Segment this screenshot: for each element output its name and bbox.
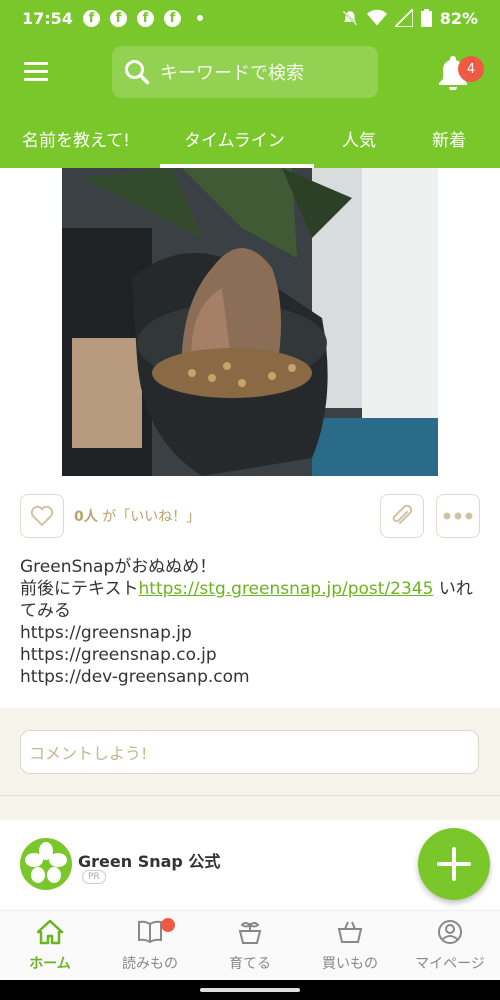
post-photo[interactable]	[62, 168, 438, 476]
clip-button[interactable]	[380, 494, 424, 538]
app-header: 17:54 f f f f 82% キーワードで検索 4 名前を教えて! タイム…	[0, 0, 500, 168]
post-text-line: GreenSnapがおぬぬめ！	[20, 557, 217, 577]
plus-icon	[437, 847, 471, 881]
tab-new[interactable]: 新着	[432, 126, 466, 151]
tab-bar: 名前を教えて! タイムライン 人気 新着	[0, 112, 500, 168]
plant-photo-image	[62, 168, 438, 476]
likes-suffix: が「いいね！」	[102, 509, 201, 525]
comment-input[interactable]: コメントしよう!	[20, 730, 479, 774]
facebook-icon: f	[109, 9, 127, 27]
facebook-icon: f	[82, 9, 100, 27]
notification-badge: 4	[458, 56, 484, 82]
post-url: https://greensnap.co.jp	[20, 645, 217, 665]
nav-label: 読みもの	[122, 956, 178, 972]
notification-dot-icon	[196, 15, 203, 21]
signal-icon	[394, 9, 413, 27]
menu-icon[interactable]	[24, 62, 48, 82]
battery-icon	[420, 9, 432, 27]
tab-popular[interactable]: 人気	[342, 126, 376, 151]
likes-count: 0人	[74, 509, 98, 525]
tab-timeline[interactable]: タイムライン	[184, 126, 285, 151]
more-button[interactable]	[436, 494, 480, 538]
tab-name-question[interactable]: 名前を教えて!	[22, 126, 130, 151]
facebook-icon: f	[163, 9, 181, 27]
nav-notification-dot	[161, 918, 175, 932]
heart-icon	[30, 505, 54, 527]
nav-label: マイページ	[415, 956, 485, 972]
gesture-bar	[0, 980, 500, 1000]
home-indicator[interactable]	[200, 988, 300, 992]
post-text-prefix: 前後にテキスト	[20, 579, 139, 599]
basket-icon	[337, 921, 363, 943]
bottom-navigation: ホーム 読みもの 育てる 買いもの マイページ	[0, 910, 500, 980]
nav-label: 買いもの	[322, 956, 378, 972]
nav-home[interactable]: ホーム	[0, 919, 100, 973]
post-url: https://dev-greensanp.com	[20, 667, 250, 687]
add-post-button[interactable]	[418, 828, 490, 900]
battery-percent: 82%	[439, 8, 478, 28]
search-placeholder: キーワードで検索	[160, 63, 304, 84]
nav-reading[interactable]: 読みもの	[100, 919, 200, 973]
book-icon	[138, 920, 162, 944]
likes-text: 0人 が「いいね！」	[74, 506, 200, 526]
header-bar: キーワードで検索	[0, 44, 500, 100]
user-icon	[438, 920, 462, 944]
comment-placeholder: コメントしよう!	[29, 744, 148, 763]
post-text-line: 前後にテキストhttps://stg.greensnap.jp/post/234…	[20, 578, 485, 622]
facebook-icon: f	[136, 9, 154, 27]
pr-badge: PR	[82, 870, 106, 884]
more-dots-icon	[443, 512, 473, 520]
greensnap-logo-icon	[20, 838, 72, 890]
nav-label: 育てる	[229, 956, 271, 972]
nav-shopping[interactable]: 買いもの	[300, 919, 400, 973]
post-actions: 0人 が「いいね！」	[0, 494, 500, 538]
paperclip-icon	[392, 504, 413, 524]
post-card: 0人 が「いいね！」 GreenSnapがおぬぬめ！ 前後にテキストhttps:…	[0, 168, 500, 708]
like-button[interactable]	[20, 494, 64, 538]
nav-mypage[interactable]: マイページ	[400, 919, 500, 973]
search-input[interactable]: キーワードで検索	[112, 46, 378, 98]
post-text: GreenSnapがおぬぬめ！ 前後にテキストhttps://stg.green…	[20, 556, 485, 688]
account-name: Green Snap 公式	[78, 852, 221, 871]
nav-label: ホーム	[29, 956, 71, 972]
clock: 17:54	[22, 8, 73, 28]
comment-area: コメントしよう!	[0, 708, 500, 796]
nav-grow[interactable]: 育てる	[200, 919, 300, 973]
wifi-icon	[366, 9, 387, 26]
sprout-pot-icon	[238, 922, 262, 944]
mute-icon	[342, 10, 358, 26]
post-link[interactable]: https://stg.greensnap.jp/post/2345	[139, 579, 434, 599]
search-icon	[125, 60, 150, 85]
home-icon	[36, 919, 64, 945]
post-url: https://greensnap.jp	[20, 623, 192, 643]
status-bar: 17:54 f f f f 82%	[0, 0, 500, 36]
